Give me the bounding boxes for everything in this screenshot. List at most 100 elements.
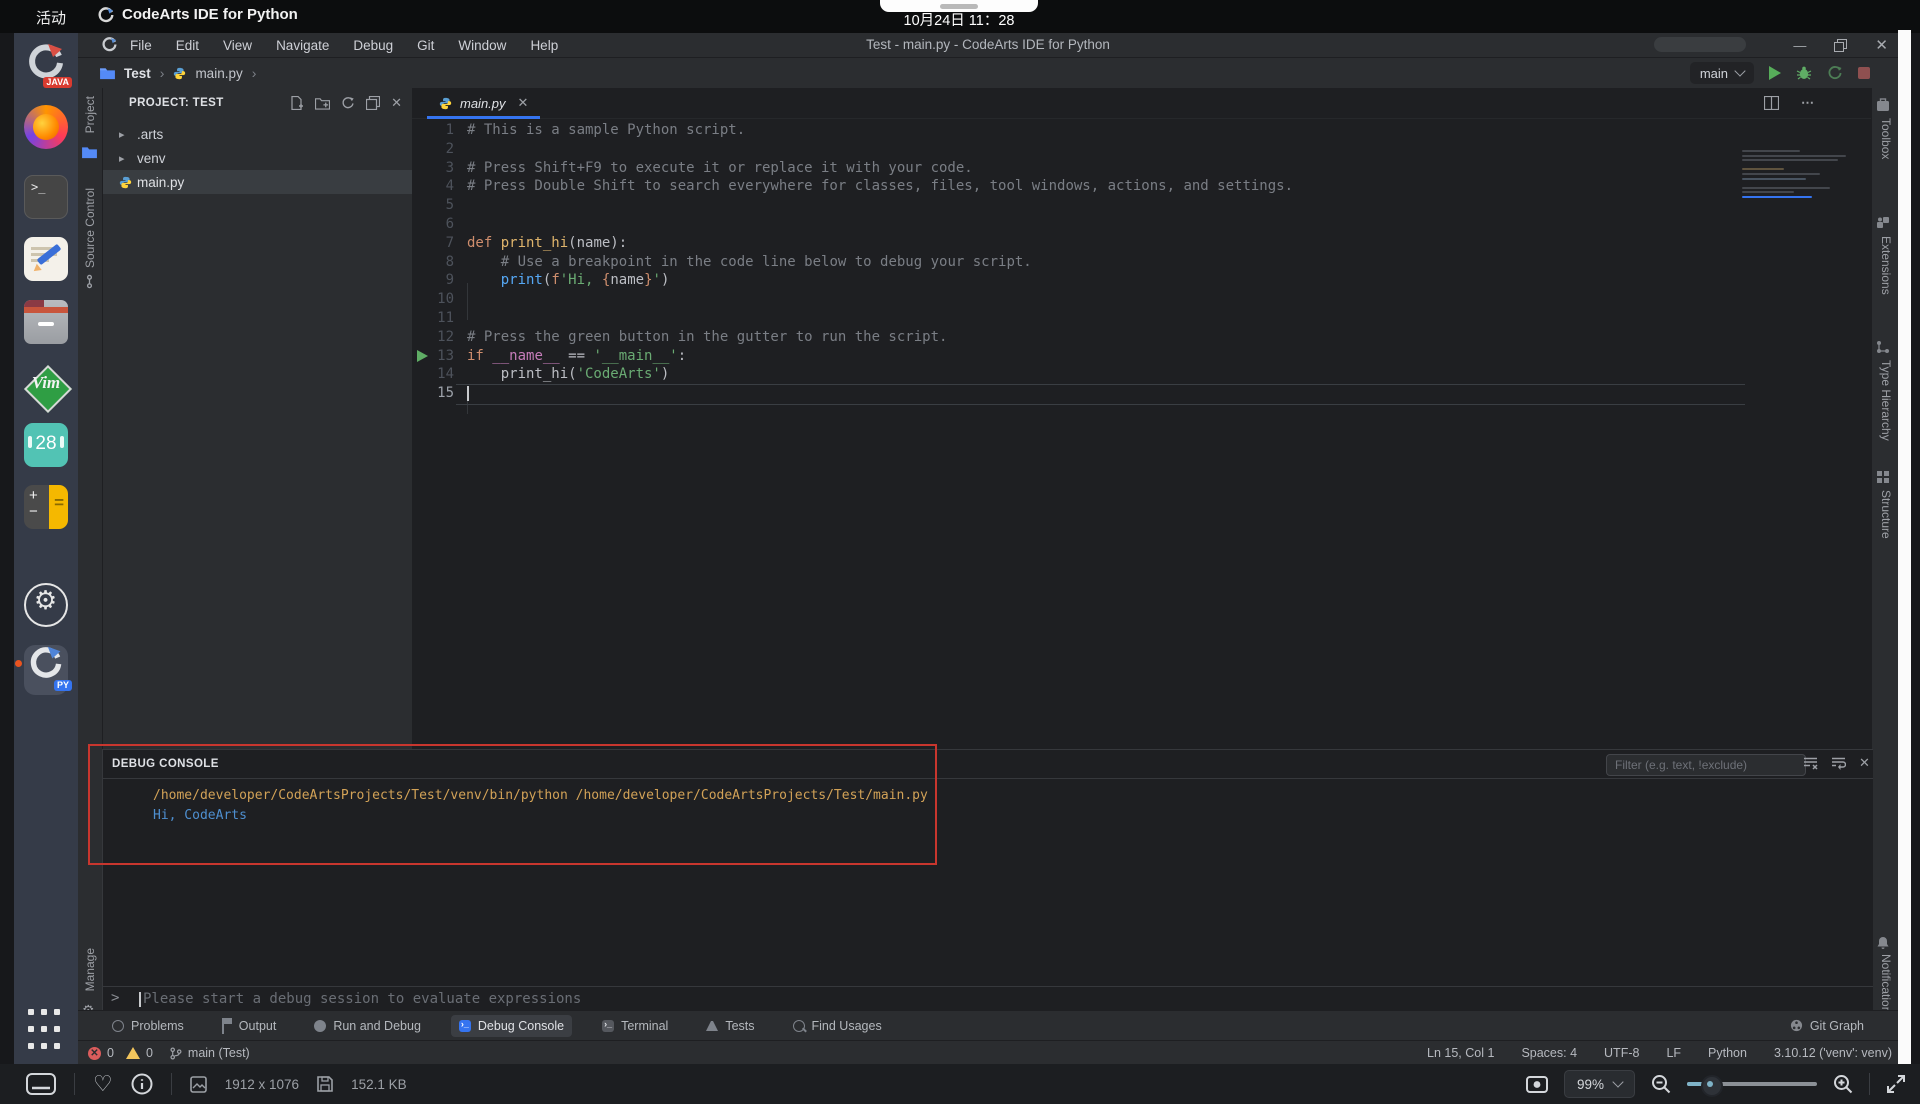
panel-tab-tests[interactable]: Tests	[698, 1015, 762, 1037]
clock[interactable]: 10月24日 11：28	[880, 9, 1038, 30]
breadcrumb-project[interactable]: Test	[124, 66, 151, 81]
panel-tab-terminal[interactable]: ›_Terminal	[594, 1015, 676, 1037]
panel-tab-debug-console[interactable]: ›_Debug Console	[451, 1015, 572, 1037]
zoom-slider[interactable]	[1687, 1082, 1817, 1086]
extensions-icon[interactable]	[1876, 216, 1892, 232]
menu-help[interactable]: Help	[530, 38, 558, 53]
code-line-9[interactable]: 9 print(f'Hi, {name}')	[412, 271, 1872, 290]
code-line-7[interactable]: 7def print_hi(name):	[412, 234, 1872, 253]
stop-button[interactable]	[1858, 67, 1870, 79]
notifications-bell-icon[interactable]	[1876, 936, 1892, 952]
debug-button[interactable]	[1796, 65, 1812, 81]
run-gutter-icon[interactable]	[417, 350, 428, 362]
display-icon[interactable]	[1526, 1076, 1548, 1093]
breadcrumb-file[interactable]: main.py	[195, 66, 242, 81]
tool-stripe-source-control[interactable]: Source Control	[83, 188, 97, 268]
status-item[interactable]: LF	[1666, 1046, 1681, 1060]
menu-debug[interactable]: Debug	[353, 38, 393, 53]
refresh-icon[interactable]	[341, 96, 355, 110]
menu-edit[interactable]: Edit	[176, 38, 199, 53]
text-editor-icon[interactable]	[24, 237, 68, 281]
minimap[interactable]	[1742, 150, 1868, 280]
status-item[interactable]: UTF-8	[1604, 1046, 1639, 1060]
code-line-6[interactable]: 6	[412, 215, 1872, 234]
toolbox-icon[interactable]	[1876, 98, 1892, 114]
favorite-heart-icon[interactable]: ♡	[93, 1072, 113, 1097]
new-folder-icon[interactable]	[315, 97, 330, 110]
codearts-python-icon[interactable]: PY	[24, 638, 68, 690]
close-panel-icon[interactable]: ✕	[1859, 755, 1870, 771]
project-folder-icon[interactable]	[82, 146, 98, 162]
tool-stripe-toolbox[interactable]: Toolbox	[1879, 118, 1893, 159]
expand-chevron-icon[interactable]: ▸	[119, 152, 129, 165]
code-line-5[interactable]: 5	[412, 196, 1872, 215]
zoom-level-select[interactable]: 99%	[1564, 1070, 1635, 1098]
tool-stripe-manage[interactable]: Manage	[83, 948, 97, 991]
code-line-12[interactable]: 12# Press the green button in the gutter…	[412, 328, 1872, 347]
zoom-out-icon[interactable]	[1651, 1074, 1671, 1094]
menu-navigate[interactable]: Navigate	[276, 38, 329, 53]
calendar-icon[interactable]: 28	[24, 423, 68, 467]
vim-icon[interactable]: Vim	[24, 365, 68, 409]
errors-count[interactable]: 0	[107, 1046, 114, 1060]
restore-button[interactable]	[1834, 39, 1847, 52]
status-item[interactable]: Ln 15, Col 1	[1427, 1046, 1494, 1060]
code-line-1[interactable]: 1# This is a sample Python script.	[412, 121, 1872, 140]
tab-main-py[interactable]: main.py ✕	[427, 88, 540, 118]
split-editor-icon[interactable]	[1764, 96, 1779, 110]
menu-view[interactable]: View	[223, 38, 252, 53]
tool-stripe-project[interactable]: Project	[83, 96, 97, 133]
close-button[interactable]: ✕	[1875, 36, 1888, 54]
code-line-13[interactable]: 13if __name__ == '__main__':	[412, 347, 1872, 366]
new-file-icon[interactable]	[290, 96, 304, 110]
files-icon[interactable]	[24, 300, 68, 344]
panel-tab-problems[interactable]: Problems	[104, 1015, 192, 1037]
soft-wrap-icon[interactable]	[1831, 757, 1846, 770]
app-grid-icon[interactable]	[24, 1005, 68, 1049]
clear-console-icon[interactable]	[1803, 757, 1818, 770]
terminal-icon[interactable]: >_	[24, 175, 68, 219]
run-button[interactable]	[1769, 66, 1781, 80]
code-line-8[interactable]: 8 # Use a breakpoint in the code line be…	[412, 253, 1872, 272]
errors-icon[interactable]: ✕	[88, 1047, 101, 1060]
firefox-icon[interactable]	[24, 105, 68, 149]
code-line-10[interactable]: 10	[412, 290, 1872, 309]
info-icon[interactable]	[131, 1073, 153, 1095]
tab-close-icon[interactable]: ✕	[518, 95, 529, 111]
code-line-2[interactable]: 2	[412, 140, 1872, 159]
warnings-count[interactable]: 0	[146, 1046, 153, 1060]
close-icon[interactable]: ✕	[391, 95, 402, 111]
settings-icon[interactable]: ⚙	[24, 583, 68, 627]
tool-stripe-type-hierarchy[interactable]: Type Hierarchy	[1879, 360, 1893, 441]
more-actions-icon[interactable]: ⋯	[1801, 95, 1816, 111]
source-control-icon[interactable]	[82, 274, 98, 290]
codearts-java-icon[interactable]: JAVA	[24, 40, 68, 84]
tree-item-venv[interactable]: ▸venv	[103, 146, 412, 170]
panel-tab-run-and-debug[interactable]: Run and Debug	[306, 1015, 429, 1037]
menu-window[interactable]: Window	[458, 38, 506, 53]
status-item[interactable]: Python	[1708, 1046, 1747, 1060]
code-line-3[interactable]: 3# Press Shift+F9 to execute it or repla…	[412, 159, 1872, 178]
fullscreen-icon[interactable]	[1886, 1074, 1906, 1094]
panel-tab-find-usages[interactable]: Find Usages	[785, 1015, 890, 1037]
code-area[interactable]: 1# This is a sample Python script.23# Pr…	[412, 118, 1872, 752]
activities-button[interactable]: 活动	[36, 7, 66, 28]
zoom-slider-knob[interactable]	[1701, 1075, 1723, 1097]
status-item[interactable]: 3.10.12 ('venv': venv)	[1774, 1046, 1892, 1060]
run-configuration-select[interactable]: main	[1690, 62, 1754, 84]
tree-item-arts[interactable]: ▸.arts	[103, 122, 412, 146]
warnings-icon[interactable]	[126, 1047, 140, 1059]
minimize-button[interactable]: —	[1793, 38, 1806, 53]
structure-icon[interactable]	[1876, 470, 1892, 486]
expand-chevron-icon[interactable]: ▸	[119, 128, 129, 141]
tool-stripe-extensions[interactable]: Extensions	[1879, 236, 1893, 295]
collapse-all-icon[interactable]	[366, 96, 380, 110]
code-line-4[interactable]: 4# Press Double Shift to search everywhe…	[412, 177, 1872, 196]
console-evaluate-row[interactable]: > Please start a debug session to evalua…	[103, 986, 1873, 1012]
code-line-14[interactable]: 14 print_hi('CodeArts')	[412, 365, 1872, 384]
menu-git[interactable]: Git	[417, 38, 434, 53]
active-app-indicator[interactable]: CodeArts IDE for Python	[98, 6, 298, 23]
type-hierarchy-icon[interactable]	[1876, 340, 1892, 356]
tree-item-mainpy[interactable]: main.py	[103, 170, 412, 194]
code-line-11[interactable]: 11	[412, 309, 1872, 328]
